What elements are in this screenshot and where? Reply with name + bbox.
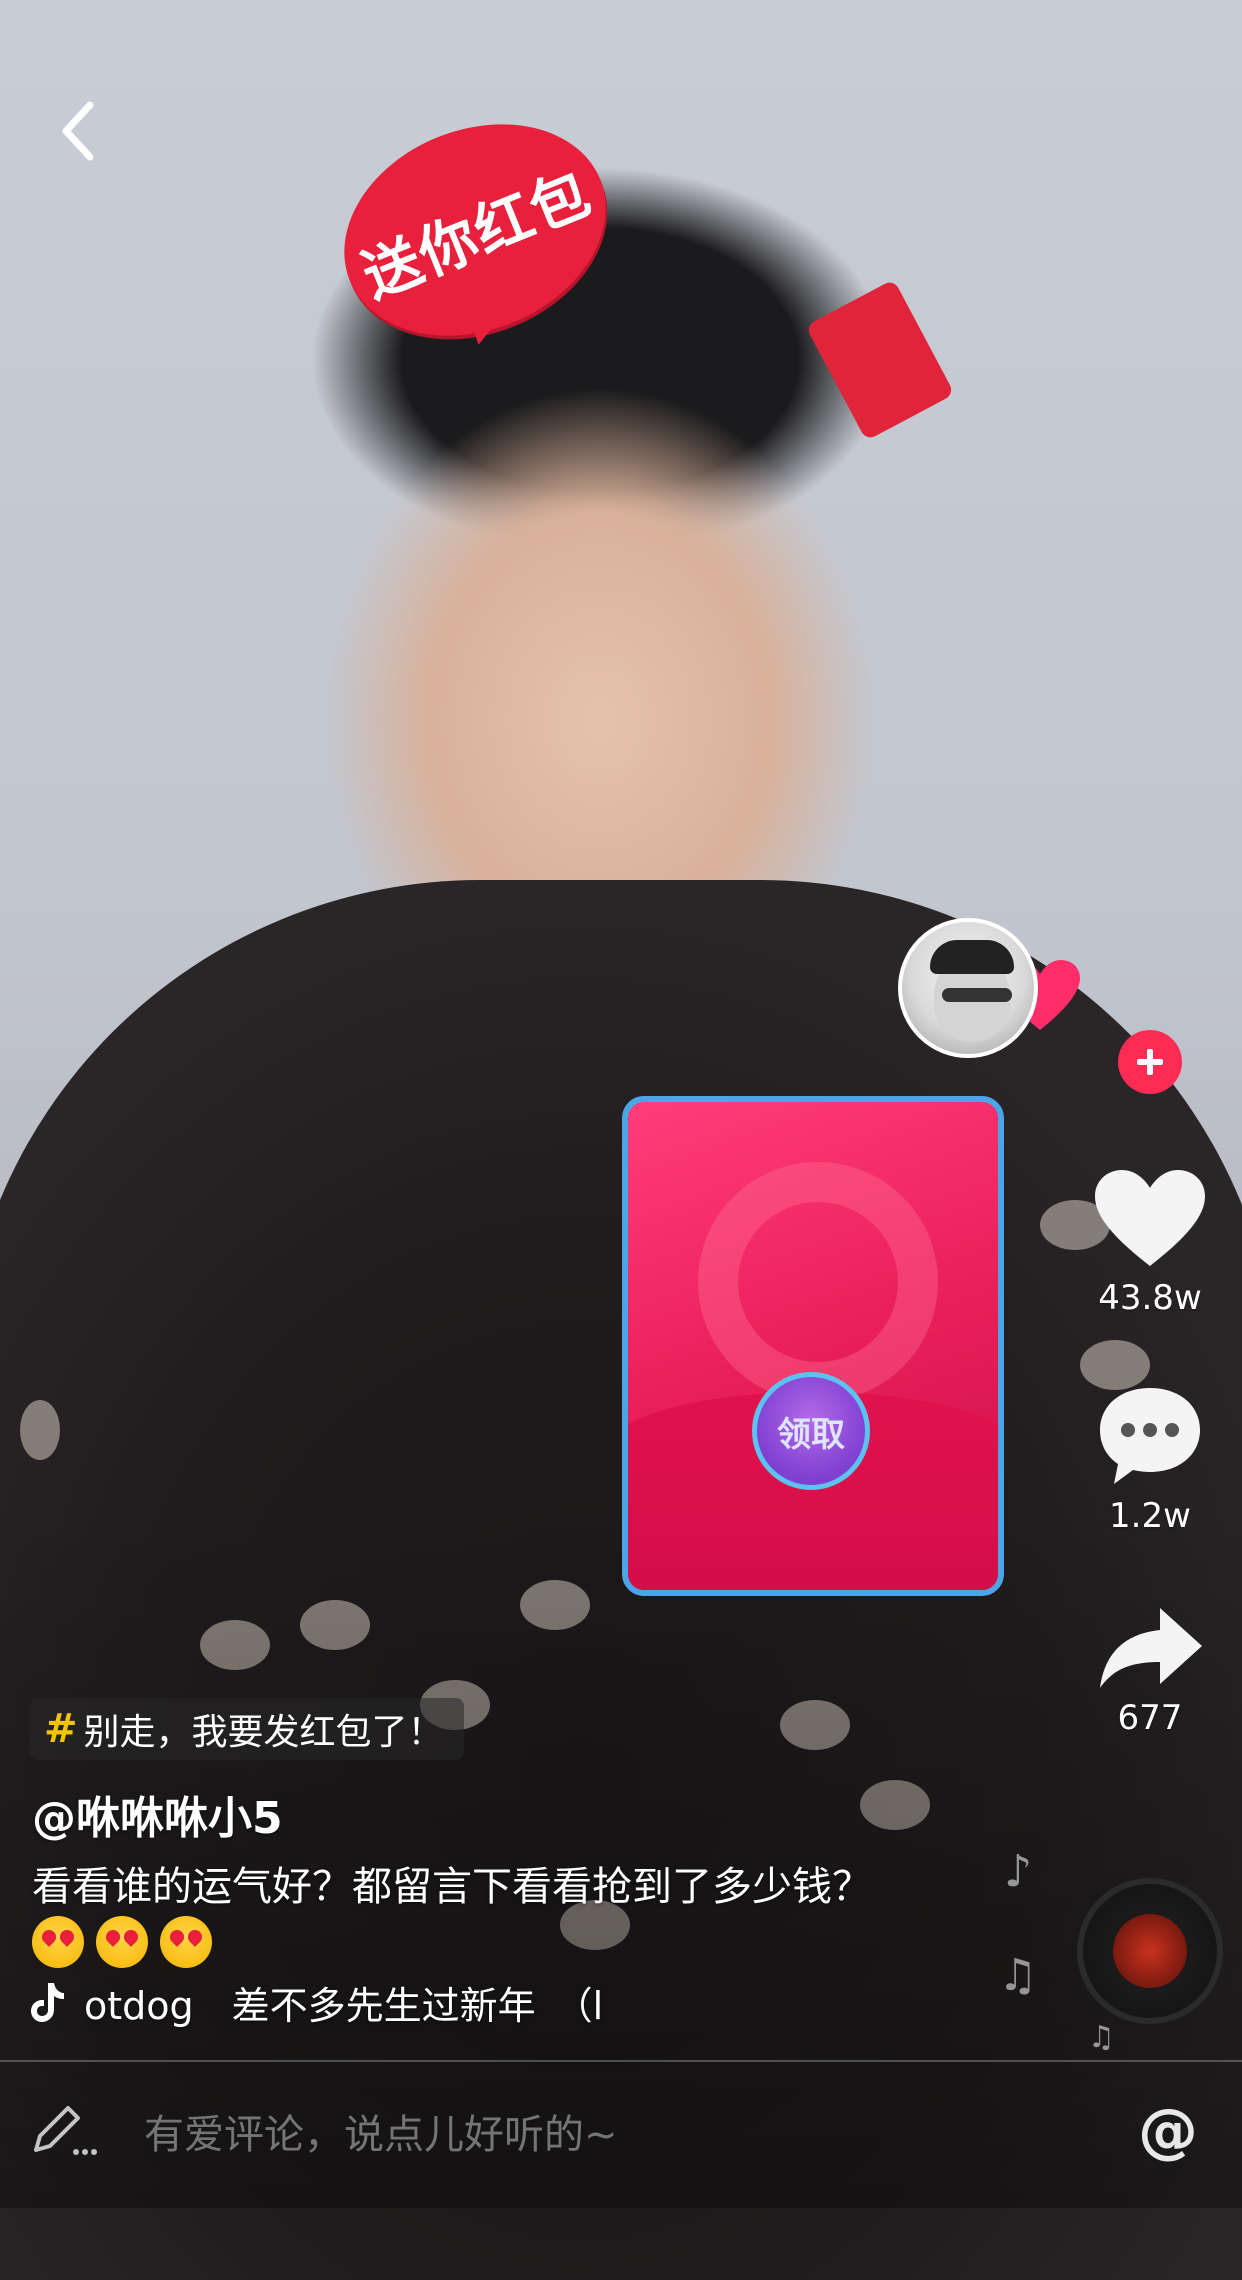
comment-count: 1.2w	[1109, 1496, 1191, 1536]
username-link[interactable]: @咻咻咻小5	[32, 1782, 283, 1846]
heart-eyes-emoji-icon	[32, 1916, 84, 1968]
music-note-icon: ♪	[1004, 1846, 1033, 1897]
music-info[interactable]: otdog 差不多先生过新年 （l	[30, 1972, 670, 2032]
music-title: otdog 差不多先生过新年 （l	[84, 1983, 604, 2028]
sticker-tail	[456, 301, 508, 349]
tiktok-logo-icon	[698, 1162, 938, 1402]
hashtag-text: 别走，我要发红包了！	[83, 1712, 444, 1753]
red-packet-card[interactable]: 领取	[622, 1096, 1004, 1596]
mention-at-icon[interactable]: @	[1138, 2096, 1198, 2166]
claim-label: 领取	[777, 1414, 845, 1455]
plus-icon	[1137, 1049, 1163, 1075]
music-disc[interactable]	[1077, 1878, 1223, 2024]
comment-bubble-icon	[1100, 1388, 1200, 1484]
caption-text: 看看谁的运气好？都留言下看看抢到了多少钱？	[32, 1864, 872, 1910]
sticker-text: 送你红包	[352, 158, 601, 312]
like-count: 43.8w	[1098, 1278, 1202, 1318]
music-note-icon: ♫	[998, 1950, 1038, 2001]
share-button[interactable]: 677	[1080, 1608, 1220, 1738]
claim-button[interactable]: 领取	[752, 1372, 870, 1490]
album-art	[1113, 1914, 1187, 1988]
pen-icon[interactable]	[30, 2100, 100, 2160]
heart-eyes-emoji-icon	[160, 1916, 212, 1968]
comment-button[interactable]: 1.2w	[1080, 1384, 1220, 1536]
hashtag-chip[interactable]: # 别走，我要发红包了！	[30, 1698, 464, 1760]
follow-button[interactable]	[1118, 1030, 1182, 1094]
creator-avatar[interactable]	[898, 918, 1038, 1058]
heart-eyes-emoji-icon	[96, 1916, 148, 1968]
heart-icon	[1095, 1170, 1205, 1266]
share-arrow-icon	[1100, 1608, 1202, 1688]
tiktok-note-icon	[31, 1983, 64, 2022]
hashtag-icon: #	[44, 1706, 78, 1752]
chevron-left-icon	[62, 101, 94, 161]
like-button[interactable]: 43.8w	[1080, 1170, 1220, 1318]
music-note-icon: ♫	[1088, 2020, 1115, 2055]
comment-bar: @	[0, 2062, 1242, 2208]
share-count: 677	[1117, 1698, 1183, 1738]
back-button[interactable]	[48, 96, 108, 166]
comment-input[interactable]	[142, 2104, 1046, 2166]
video-caption: 看看谁的运气好？都留言下看看抢到了多少钱？	[32, 1858, 932, 1974]
